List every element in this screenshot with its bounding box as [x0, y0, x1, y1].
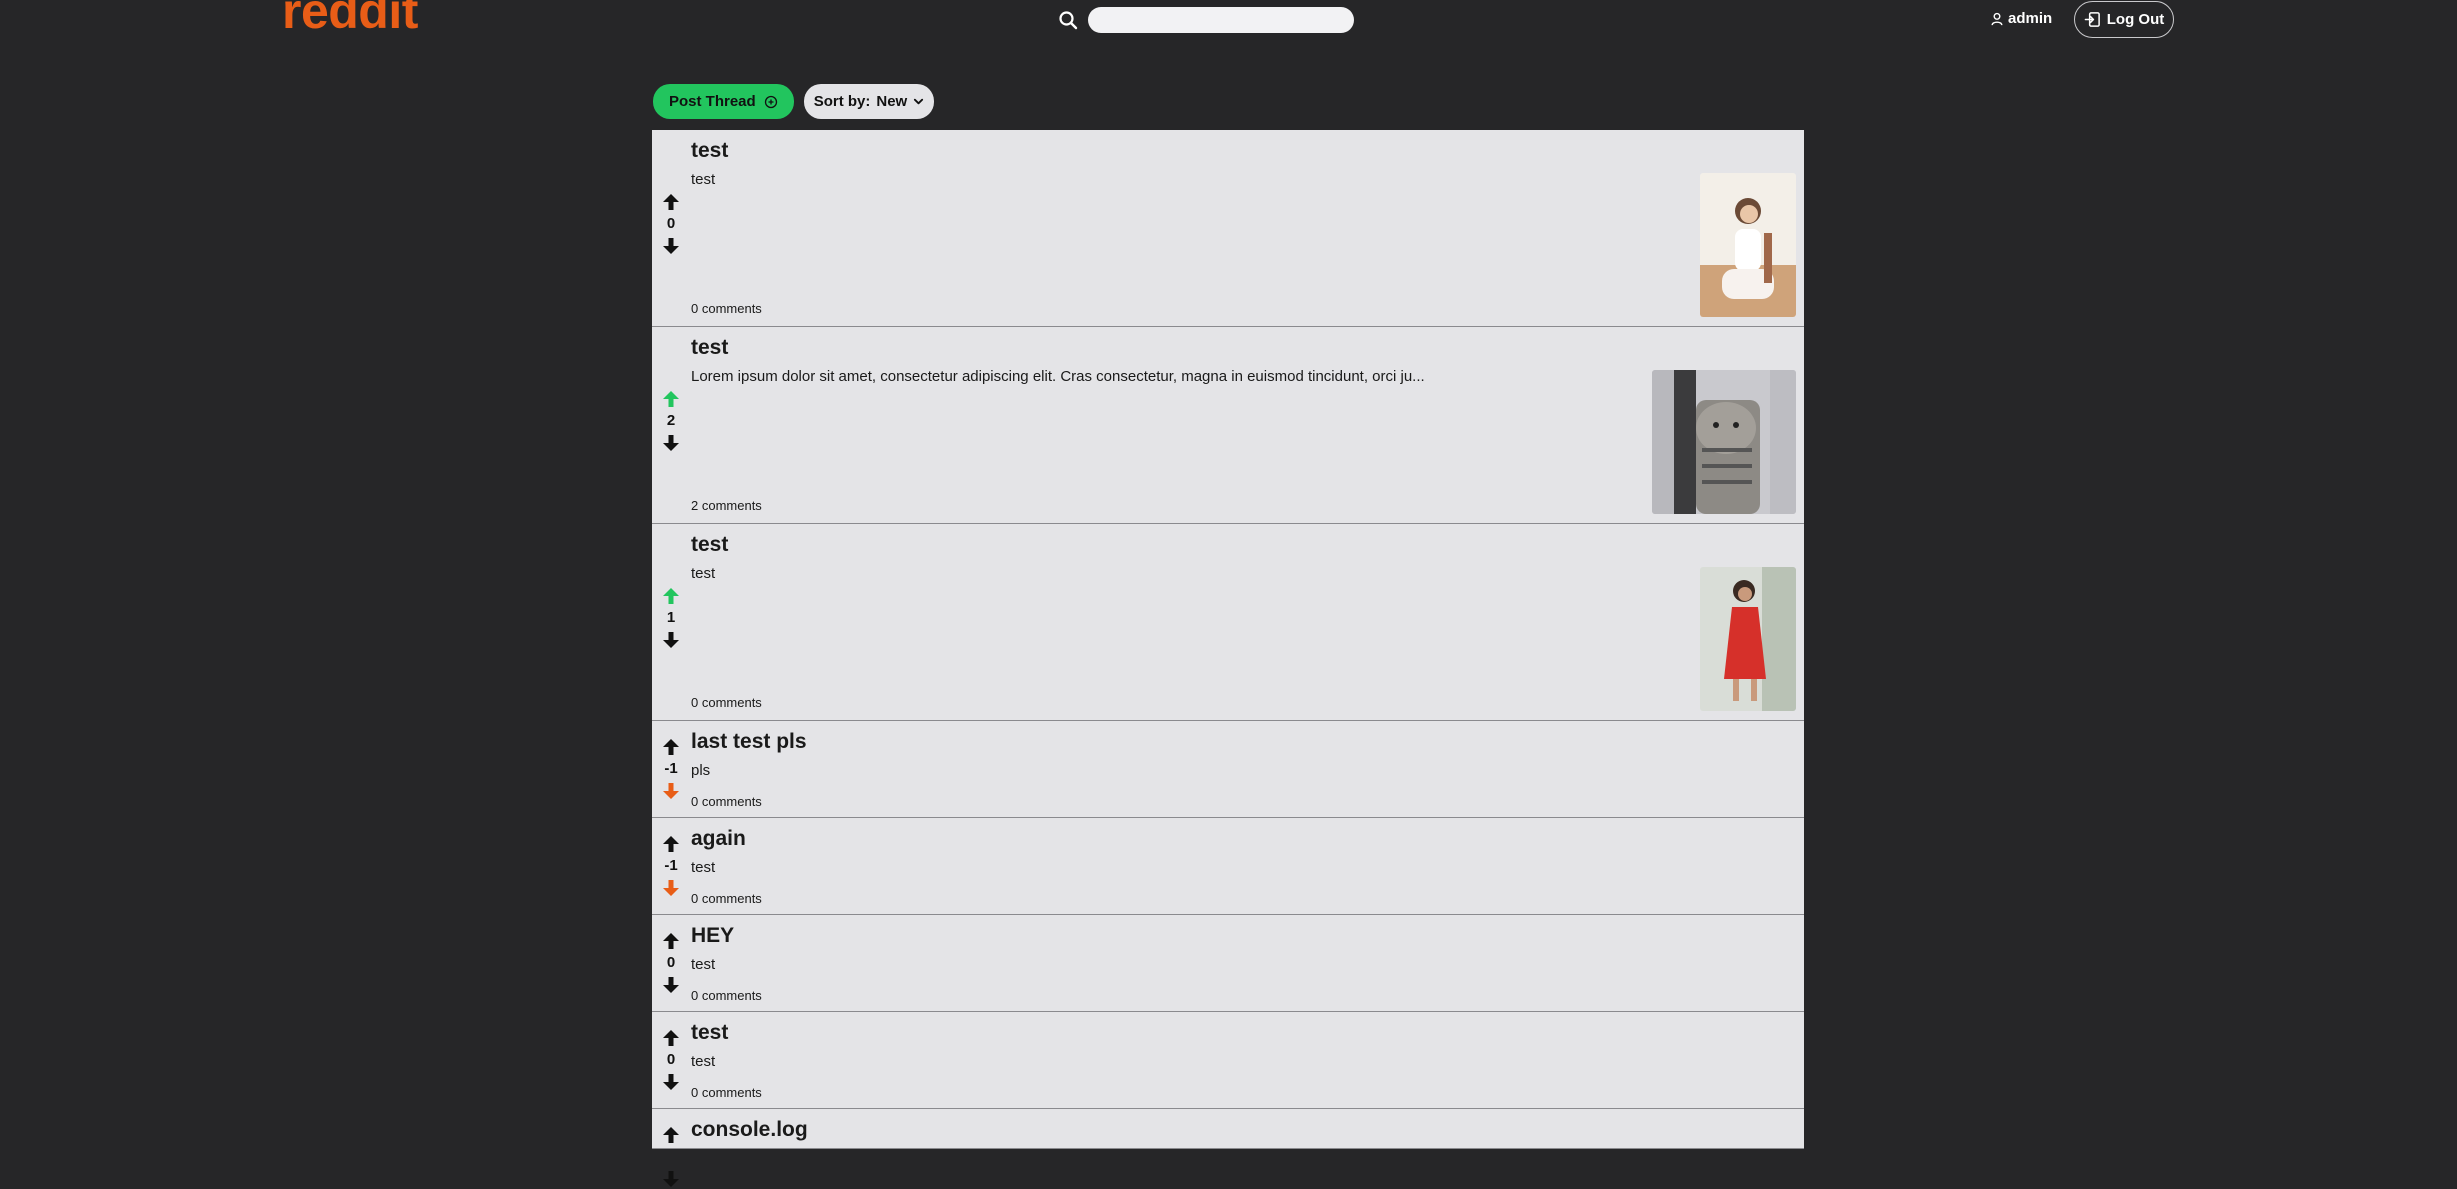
downvote-arrow-icon[interactable] [661, 878, 681, 898]
thread-title[interactable]: last test pls [691, 729, 1794, 755]
downvote-arrow-icon[interactable] [661, 1169, 681, 1189]
vote-column: 2 [652, 389, 690, 453]
thread-row[interactable]: console.log [652, 1109, 1804, 1187]
thread-thumbnail[interactable] [1700, 173, 1796, 317]
thread-row[interactable]: 0 HEY test 0 comments [652, 915, 1804, 1012]
user-profile-link[interactable]: admin [1990, 10, 2052, 27]
upvote-arrow-icon[interactable] [661, 586, 681, 606]
thread-title[interactable]: again [691, 826, 1794, 852]
thread-title[interactable]: test [691, 138, 1794, 164]
feed-toolbar: Post Thread Sort by: New [653, 84, 935, 119]
thread-row[interactable]: 2 test Lorem ipsum dolor sit amet, consect… [652, 327, 1804, 524]
vote-column [652, 1125, 690, 1189]
vote-score: 0 [666, 1051, 676, 1068]
thread-title[interactable]: HEY [691, 923, 1794, 949]
thread-body: test [691, 859, 716, 876]
upvote-arrow-icon[interactable] [661, 834, 681, 854]
top-bar: reddit admin Log Out [0, 0, 2457, 40]
upvote-arrow-icon[interactable] [661, 1028, 681, 1048]
vote-score: -1 [664, 760, 678, 777]
logout-button[interactable]: Log Out [2074, 1, 2174, 38]
comments-link[interactable]: 0 comments [691, 301, 762, 316]
sort-label: Sort by: [813, 93, 871, 110]
plus-circle-icon [764, 95, 777, 108]
upvote-arrow-icon[interactable] [661, 389, 681, 409]
thread-row[interactable]: -1 last test pls pls 0 comments [652, 721, 1804, 818]
thread-row[interactable]: -1 again test 0 comments [652, 818, 1804, 915]
thread-thumbnail[interactable] [1652, 370, 1796, 514]
thread-title[interactable]: console.log [691, 1117, 1794, 1143]
thread-thumbnail[interactable] [1700, 567, 1796, 711]
thread-body: Lorem ipsum dolor sit amet, consectetur … [691, 368, 1425, 385]
thread-content: HEY test [691, 923, 1794, 975]
search-icon[interactable] [1058, 10, 1078, 30]
vote-column: -1 [652, 737, 690, 801]
search-input[interactable] [1088, 7, 1354, 33]
thread-body: pls [691, 762, 711, 779]
username-label: admin [2008, 10, 2053, 27]
logout-label: Log Out [2106, 11, 2165, 28]
user-icon [1991, 12, 2003, 25]
thread-feed: 0 test test 0 comments 2 test Lorem ipsum dolo… [652, 130, 1804, 1187]
vote-column: 1 [652, 586, 690, 650]
downvote-arrow-icon[interactable] [661, 236, 681, 256]
vote-score: 0 [666, 215, 676, 232]
site-logo[interactable]: reddit [282, 0, 418, 36]
comments-link[interactable]: 0 comments [691, 891, 762, 906]
comments-link[interactable]: 2 comments [691, 498, 762, 513]
search-bar [1058, 6, 1354, 34]
thread-content: again test [691, 826, 1794, 878]
downvote-arrow-icon[interactable] [661, 975, 681, 995]
vote-column: 0 [652, 1028, 690, 1092]
thread-row[interactable]: 0 test test 0 comments [652, 130, 1804, 327]
downvote-arrow-icon[interactable] [661, 433, 681, 453]
comments-link[interactable]: 0 comments [691, 794, 762, 809]
thread-row[interactable]: 1 test test 0 comments [652, 524, 1804, 721]
thread-content: last test pls pls [691, 729, 1794, 781]
thread-content: console.log [691, 1117, 1794, 1149]
post-thread-label: Post Thread [669, 93, 756, 110]
thread-body: test [691, 956, 716, 973]
thread-content: test test [691, 1020, 1794, 1072]
thread-title[interactable]: test [691, 532, 1794, 558]
comments-link[interactable]: 0 comments [691, 695, 762, 710]
upvote-arrow-icon[interactable] [661, 931, 681, 951]
thread-content: test test [691, 532, 1794, 584]
vote-score: 0 [666, 954, 676, 971]
vote-column: -1 [652, 834, 690, 898]
upvote-arrow-icon[interactable] [661, 192, 681, 212]
vote-score: 2 [666, 412, 676, 429]
vote-column: 0 [652, 931, 690, 995]
sort-value: New [876, 93, 908, 110]
vote-score: -1 [664, 857, 678, 874]
chevron-down-icon [914, 98, 924, 105]
downvote-arrow-icon[interactable] [661, 1072, 681, 1092]
vote-score: 1 [666, 609, 676, 626]
downvote-arrow-icon[interactable] [661, 781, 681, 801]
thread-title[interactable]: test [691, 335, 1794, 361]
thread-content: test Lorem ipsum dolor sit amet, consecte… [691, 335, 1794, 387]
thread-title[interactable]: test [691, 1020, 1794, 1046]
upvote-arrow-icon[interactable] [661, 1125, 681, 1145]
vote-column: 0 [652, 192, 690, 256]
post-thread-button[interactable]: Post Thread [653, 84, 794, 119]
comments-link[interactable]: 0 comments [691, 1085, 762, 1100]
comments-link[interactable]: 0 comments [691, 988, 762, 1003]
thread-body: test [691, 171, 716, 188]
upvote-arrow-icon[interactable] [661, 737, 681, 757]
thread-content: test test [691, 138, 1794, 190]
thread-body: test [691, 565, 716, 582]
thread-body: test [691, 1053, 716, 1070]
thread-row[interactable]: 0 test test 0 comments [652, 1012, 1804, 1109]
logout-icon [2084, 12, 2100, 27]
sort-dropdown[interactable]: Sort by: New [803, 84, 935, 119]
downvote-arrow-icon[interactable] [661, 630, 681, 650]
